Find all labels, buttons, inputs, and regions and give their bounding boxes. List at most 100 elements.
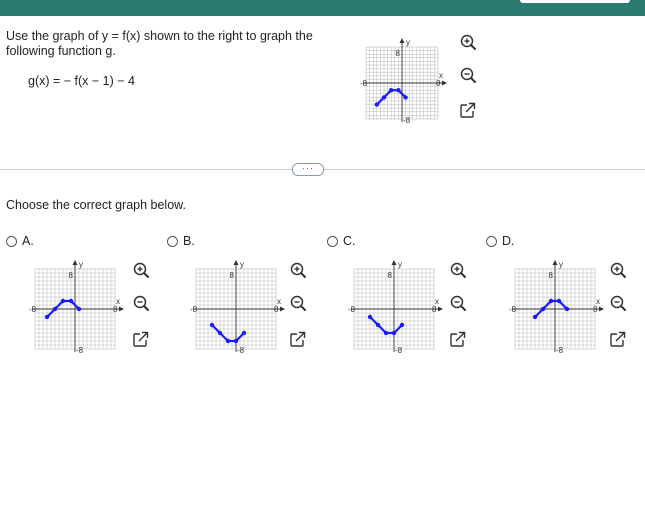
graph-point bbox=[52, 306, 58, 312]
radio-option-d[interactable] bbox=[486, 235, 497, 247]
y-axis-label: y bbox=[240, 260, 244, 269]
problem-instruction: Use the graph of y = f(x) shown to the r… bbox=[6, 29, 313, 58]
x-max-label: 8 bbox=[432, 305, 437, 314]
option-a[interactable]: A. bbox=[6, 234, 34, 248]
magnifier-handle bbox=[620, 305, 626, 311]
radio-option-a[interactable] bbox=[6, 235, 17, 247]
option-c[interactable]: C. bbox=[327, 234, 356, 248]
magnifier-handle bbox=[470, 77, 476, 83]
graph-point bbox=[374, 102, 379, 107]
zoom-in-glyph bbox=[290, 262, 306, 278]
graph-point bbox=[367, 314, 373, 320]
zoom-out-icon[interactable] bbox=[447, 292, 469, 314]
reference-graph: yx8-8-8 8 bbox=[360, 38, 447, 125]
y-axis-arrow bbox=[72, 260, 78, 265]
expand-icon[interactable] bbox=[607, 329, 629, 351]
zoom-in-glyph bbox=[610, 262, 626, 278]
zoom-out-glyph bbox=[133, 295, 149, 311]
more-button[interactable]: ··· bbox=[292, 163, 324, 176]
option-b[interactable]: B. bbox=[167, 234, 195, 248]
graph-point bbox=[548, 298, 554, 304]
expand-icon[interactable] bbox=[287, 329, 309, 351]
x-axis-arrow bbox=[599, 306, 604, 312]
zoom-out-icon[interactable] bbox=[287, 292, 309, 314]
magnifier-handle bbox=[143, 272, 149, 278]
zoom-in-icon[interactable] bbox=[457, 31, 479, 53]
expand-glyph bbox=[290, 331, 306, 347]
magnifier-handle bbox=[143, 305, 149, 311]
magnifier-handle bbox=[300, 305, 306, 311]
graph-point bbox=[391, 330, 397, 336]
graph-point bbox=[217, 330, 223, 336]
graph-point bbox=[44, 314, 50, 320]
x-min-label: -8 bbox=[509, 305, 517, 314]
graph-point bbox=[389, 88, 394, 93]
magnifier-handle bbox=[460, 272, 466, 278]
y-max-label: 8 bbox=[549, 271, 554, 280]
expand-glyph bbox=[450, 331, 466, 347]
x-max-label: 8 bbox=[274, 305, 279, 314]
y-axis-arrow bbox=[552, 260, 558, 265]
magnifier-handle bbox=[300, 272, 306, 278]
zoom-in-icon[interactable] bbox=[447, 259, 469, 281]
zoom-in-icon[interactable] bbox=[607, 259, 629, 281]
graph-point bbox=[241, 330, 247, 336]
x-axis-arrow bbox=[442, 80, 447, 86]
zoom-in-glyph bbox=[133, 262, 149, 278]
graph-point bbox=[68, 298, 74, 304]
option-c-graph: yx8-8-8 8 bbox=[348, 260, 443, 355]
y-min-label: -8 bbox=[403, 116, 411, 125]
x-axis-arrow bbox=[119, 306, 124, 312]
option-d-label: D. bbox=[502, 234, 515, 248]
option-d-graph: yx8-8-8 8 bbox=[509, 260, 604, 355]
y-axis-arrow bbox=[399, 38, 405, 43]
magnifier-handle bbox=[620, 272, 626, 278]
x-axis-arrow bbox=[438, 306, 443, 312]
expand-icon[interactable] bbox=[447, 329, 469, 351]
choose-prompt: Choose the correct graph below. bbox=[6, 198, 186, 212]
y-min-label: -8 bbox=[556, 346, 564, 355]
zoom-in-icon[interactable] bbox=[130, 259, 152, 281]
y-max-label: 8 bbox=[69, 271, 74, 280]
zoom-out-icon[interactable] bbox=[607, 292, 629, 314]
graph-point bbox=[381, 95, 387, 100]
y-max-label: 8 bbox=[388, 271, 393, 280]
option-b-label: B. bbox=[183, 234, 195, 248]
x-min-label: -8 bbox=[348, 305, 356, 314]
x-max-label: 8 bbox=[436, 79, 441, 88]
y-max-label: 8 bbox=[396, 49, 401, 58]
graph-point bbox=[209, 322, 215, 328]
radio-option-c[interactable] bbox=[327, 235, 338, 247]
zoom-out-icon[interactable] bbox=[457, 64, 479, 86]
expand-glyph bbox=[460, 102, 476, 118]
y-min-label: -8 bbox=[237, 346, 245, 355]
y-axis-label: y bbox=[406, 38, 410, 47]
expand-glyph bbox=[610, 331, 626, 347]
option-a-graph: yx8-8-8 8 bbox=[29, 260, 124, 355]
x-axis-arrow bbox=[280, 306, 285, 312]
radio-option-b[interactable] bbox=[167, 235, 178, 247]
header-tab[interactable] bbox=[520, 0, 630, 3]
graph-point bbox=[60, 298, 66, 304]
zoom-out-glyph bbox=[610, 295, 626, 311]
magnifier-handle bbox=[460, 305, 466, 311]
graph-point bbox=[396, 88, 401, 93]
expand-icon[interactable] bbox=[130, 329, 152, 351]
y-axis-label: y bbox=[398, 260, 402, 269]
graph-point bbox=[375, 322, 381, 328]
zoom-in-icon[interactable] bbox=[287, 259, 309, 281]
y-axis-label: y bbox=[79, 260, 83, 269]
header-bar bbox=[0, 0, 645, 16]
graph-point bbox=[76, 306, 82, 312]
option-d[interactable]: D. bbox=[486, 234, 515, 248]
y-max-label: 8 bbox=[230, 271, 235, 280]
expand-icon[interactable] bbox=[457, 100, 479, 122]
zoom-out-glyph bbox=[450, 295, 466, 311]
option-a-label: A. bbox=[22, 234, 34, 248]
x-min-label: -8 bbox=[190, 305, 198, 314]
x-max-label: 8 bbox=[593, 305, 598, 314]
zoom-out-icon[interactable] bbox=[130, 292, 152, 314]
x-max-label: 8 bbox=[113, 305, 118, 314]
graph-point bbox=[225, 338, 231, 344]
y-min-label: -8 bbox=[395, 346, 403, 355]
